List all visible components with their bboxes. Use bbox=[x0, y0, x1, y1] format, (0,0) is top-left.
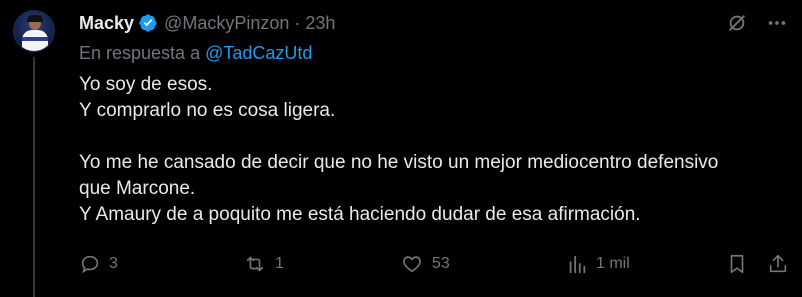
tweet-line: que Marcone. bbox=[79, 178, 196, 199]
heart-icon bbox=[403, 256, 421, 273]
author-name[interactable]: Macky bbox=[79, 13, 134, 34]
author-handle[interactable]: @MackyPinzon bbox=[164, 13, 289, 34]
avatar-stripe bbox=[22, 37, 48, 41]
reply-count: 3 bbox=[109, 255, 118, 272]
repost-button[interactable]: 1 bbox=[243, 253, 284, 275]
like-count: 53 bbox=[432, 255, 450, 272]
views-count: 1 mil bbox=[596, 255, 630, 272]
tweet-header: Macky @MackyPinzon · 23h bbox=[79, 12, 335, 34]
tweet-line: Y Amaury de a poquito me está haciendo d… bbox=[79, 204, 641, 225]
tweet-line-blank bbox=[79, 124, 789, 150]
thread-line bbox=[33, 57, 35, 297]
avatar-cap bbox=[27, 15, 43, 22]
tweet-text: Yo soy de esos. Y comprarlo no es cosa l… bbox=[79, 72, 789, 228]
separator: · bbox=[294, 12, 301, 33]
avatar-body bbox=[22, 30, 48, 51]
bookmark-icon bbox=[730, 254, 744, 274]
share-icon bbox=[769, 254, 787, 273]
like-button[interactable]: 53 bbox=[400, 253, 450, 275]
repost-count: 1 bbox=[275, 255, 284, 272]
reply-icon bbox=[81, 255, 99, 274]
tweet-line: Yo me he cansado de decir que no he vist… bbox=[79, 152, 719, 173]
reply-context: En respuesta a @TadCazUtd bbox=[79, 43, 312, 64]
reply-mention-link[interactable]: @TadCazUtd bbox=[205, 43, 312, 63]
reply-button[interactable]: 3 bbox=[79, 253, 118, 275]
tweet[interactable]: Macky @MackyPinzon · 23h En respuesta a … bbox=[0, 0, 802, 297]
reply-prefix: En respuesta a bbox=[79, 43, 201, 63]
more-icon[interactable] bbox=[766, 12, 788, 34]
share-button[interactable] bbox=[767, 253, 789, 275]
repost-icon bbox=[246, 256, 264, 272]
views-button[interactable]: 1 mil bbox=[566, 253, 630, 275]
action-bar: 3 1 53 1 mil bbox=[79, 253, 791, 279]
timestamp[interactable]: 23h bbox=[305, 13, 335, 34]
avatar[interactable] bbox=[13, 10, 55, 52]
bookmark-button[interactable] bbox=[726, 253, 748, 275]
top-icons bbox=[726, 12, 788, 34]
tweet-line: Yo soy de esos. bbox=[79, 74, 213, 95]
verified-badge-icon bbox=[138, 13, 158, 33]
views-icon bbox=[569, 255, 586, 274]
grok-icon[interactable] bbox=[726, 12, 748, 34]
tweet-line: Y comprarlo no es cosa ligera. bbox=[79, 100, 336, 121]
